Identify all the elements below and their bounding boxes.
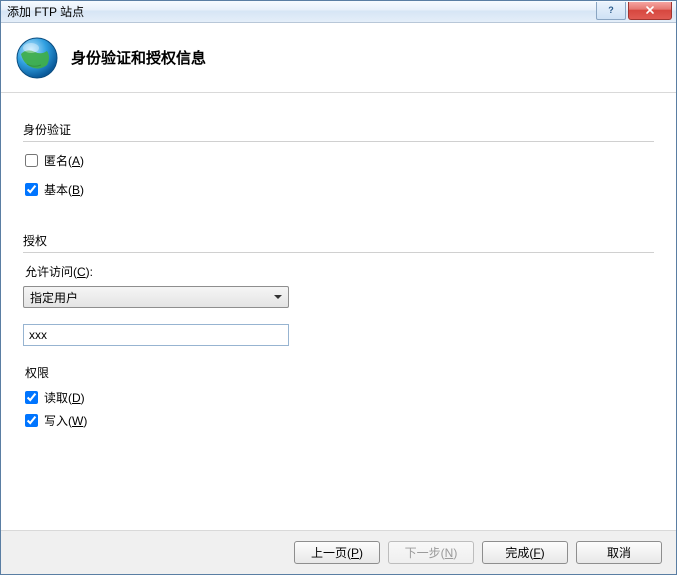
write-label: 写入(W) — [44, 412, 87, 429]
wizard-header: 身份验证和授权信息 — [1, 23, 676, 93]
write-checkbox[interactable] — [25, 414, 38, 427]
allow-access-dropdown-value: 指定用户 — [30, 289, 78, 306]
wizard-content: 身份验证 匿名(A) 基本(B) 授权 允许访问(C): 指定用户 权限 — [1, 93, 676, 530]
auth-group-title: 身份验证 — [23, 121, 654, 142]
next-button: 下一步(N) — [388, 541, 474, 564]
anonymous-label: 匿名(A) — [44, 152, 84, 169]
globe-icon — [13, 34, 61, 82]
page-title: 身份验证和授权信息 — [71, 47, 206, 68]
basic-checkbox-row[interactable]: 基本(B) — [25, 181, 654, 198]
basic-label: 基本(B) — [44, 181, 84, 198]
previous-button[interactable]: 上一页(P) — [294, 541, 380, 564]
window-controls: ? — [596, 1, 676, 22]
chevron-down-icon — [274, 295, 282, 299]
authorization-group-title: 授权 — [23, 232, 654, 253]
close-icon — [644, 5, 656, 15]
svg-text:?: ? — [608, 5, 614, 15]
help-button[interactable]: ? — [596, 2, 626, 20]
close-button[interactable] — [628, 2, 672, 20]
read-checkbox-row[interactable]: 读取(D) — [25, 389, 654, 406]
read-label: 读取(D) — [44, 389, 85, 406]
allow-access-label: 允许访问(C): — [25, 263, 654, 280]
basic-checkbox[interactable] — [25, 183, 38, 196]
cancel-button[interactable]: 取消 — [576, 541, 662, 564]
permissions-title: 权限 — [25, 364, 654, 381]
anonymous-checkbox-row[interactable]: 匿名(A) — [25, 152, 654, 169]
user-input[interactable] — [23, 324, 289, 346]
write-checkbox-row[interactable]: 写入(W) — [25, 412, 654, 429]
read-checkbox[interactable] — [25, 391, 38, 404]
allow-access-dropdown[interactable]: 指定用户 — [23, 286, 289, 308]
wizard-footer: 上一页(P) 下一步(N) 完成(F) 取消 — [1, 530, 676, 574]
wizard-window: 添加 FTP 站点 ? — [0, 0, 677, 575]
titlebar: 添加 FTP 站点 ? — [1, 1, 676, 23]
window-title: 添加 FTP 站点 — [7, 3, 596, 20]
finish-button[interactable]: 完成(F) — [482, 541, 568, 564]
anonymous-checkbox[interactable] — [25, 154, 38, 167]
help-icon: ? — [606, 5, 616, 15]
